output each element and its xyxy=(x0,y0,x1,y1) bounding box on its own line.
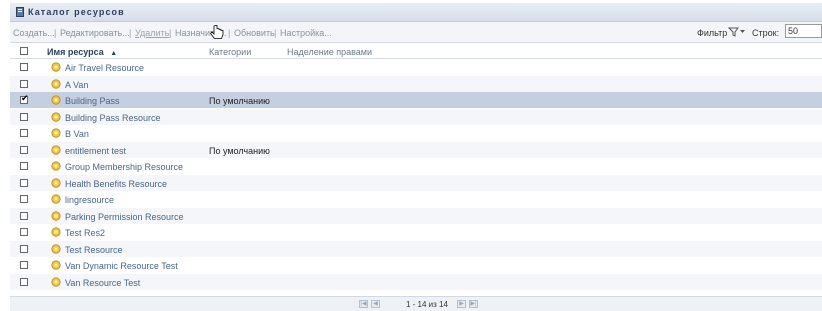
resource-icon xyxy=(51,128,61,138)
resource-icon xyxy=(51,111,61,122)
resource-icon xyxy=(51,95,61,105)
resource-name-link[interactable]: Parking Permission Resource xyxy=(65,212,184,222)
row-checkbox[interactable] xyxy=(20,145,28,154)
column-header-entitlement[interactable]: Наделение правами xyxy=(287,47,372,57)
table-row[interactable]: Building Pass Resource xyxy=(10,108,822,125)
table-row[interactable]: Van Resource Test xyxy=(10,273,822,290)
table-row[interactable]: B Van xyxy=(10,125,822,141)
resource-name-link[interactable]: lingresource xyxy=(65,195,114,205)
row-checkbox[interactable] xyxy=(20,129,28,137)
row-checkbox[interactable] xyxy=(20,79,28,88)
resource-name-link[interactable]: Building Pass Resource xyxy=(65,113,161,123)
resource-name-link[interactable]: Health Benefits Resource xyxy=(65,179,167,189)
resource-icon xyxy=(51,227,61,237)
resource-icon xyxy=(51,78,61,89)
row-checkbox[interactable] xyxy=(20,211,28,220)
resource-icon xyxy=(51,194,61,204)
table-row[interactable]: Test Resource xyxy=(10,240,822,257)
resource-icon xyxy=(51,177,61,188)
select-all-checkbox[interactable] xyxy=(20,47,28,55)
resource-name-link[interactable]: Air Travel Resource xyxy=(65,63,144,73)
column-header-name-label[interactable]: Имя ресурса xyxy=(47,47,104,57)
table-row[interactable]: ✔ Building Pass По умолчанию xyxy=(10,92,822,108)
create-button[interactable]: Создать... xyxy=(13,28,55,38)
resource-icon xyxy=(51,210,61,221)
resource-name-link[interactable]: Building Pass xyxy=(65,96,120,106)
resource-icon xyxy=(51,144,61,155)
row-checkbox[interactable] xyxy=(20,63,28,71)
hand-cursor-icon xyxy=(210,25,224,39)
row-checkbox[interactable] xyxy=(20,178,28,187)
resource-name-link[interactable]: Van Resource Test xyxy=(65,278,140,288)
table-header: Имя ресурса ▲ Категории Наделение правам… xyxy=(10,43,822,59)
title-bar: Каталог ресурсов xyxy=(10,3,822,22)
resource-name-link[interactable]: Group Membership Resource xyxy=(65,162,183,172)
resource-icon xyxy=(51,62,61,72)
row-checkbox[interactable] xyxy=(20,195,28,203)
next-page-icon[interactable]: ▶ xyxy=(457,300,466,308)
first-page-icon[interactable]: |◀ xyxy=(359,300,368,308)
toolbar-separator: | xyxy=(274,28,277,38)
row-checkbox[interactable] xyxy=(20,228,28,236)
pagination-text: 1 - 14 из 14 xyxy=(406,300,448,309)
row-checkbox[interactable] xyxy=(20,261,28,269)
pagination-bar: |◀ ◀ 1 - 14 из 14 ▶ ▶| xyxy=(10,296,822,311)
sort-ascending-icon: ▲ xyxy=(110,50,118,57)
rows-per-page-input[interactable]: 50 xyxy=(785,24,822,38)
rows-label: Строк: xyxy=(752,28,780,38)
resource-category: По умолчанию xyxy=(209,96,270,106)
resource-icon xyxy=(51,243,61,254)
filter-icon[interactable] xyxy=(728,26,746,37)
toolbar-separator: | xyxy=(54,28,57,38)
table-row[interactable]: Van Dynamic Resource Test xyxy=(10,257,822,273)
table-row[interactable]: Test Res2 xyxy=(10,224,822,240)
row-checkbox[interactable] xyxy=(20,244,28,253)
table-row[interactable]: entitlement test По умолчанию xyxy=(10,141,822,158)
resource-name-link[interactable]: Test Resource xyxy=(65,245,123,255)
resource-name-link[interactable]: B Van xyxy=(65,129,89,139)
row-checkbox[interactable]: ✔ xyxy=(20,93,29,104)
resource-icon xyxy=(51,161,61,171)
table-row[interactable]: A Van xyxy=(10,75,822,92)
resource-icon xyxy=(51,276,61,287)
refresh-button[interactable]: Обновить xyxy=(234,28,275,38)
row-checkbox[interactable] xyxy=(20,162,28,170)
checkmark-icon: ✔ xyxy=(21,93,29,103)
catalog-icon xyxy=(16,7,24,17)
resource-name-link[interactable]: Van Dynamic Resource Test xyxy=(65,261,178,271)
resource-name-link[interactable]: entitlement test xyxy=(65,146,126,156)
resource-name-link[interactable]: A Van xyxy=(65,80,88,90)
column-header-name[interactable]: Имя ресурса ▲ xyxy=(47,47,117,57)
settings-button[interactable]: Настройка... xyxy=(280,28,332,38)
toolbar-separator: | xyxy=(129,28,132,38)
resource-category: По умолчанию xyxy=(209,145,270,156)
toolbar-separator: | xyxy=(169,28,172,38)
delete-button[interactable]: Удалить xyxy=(135,28,169,38)
filter-label[interactable]: Фильтр xyxy=(697,28,727,38)
table-row[interactable]: lingresource xyxy=(10,191,822,207)
table-row[interactable]: Parking Permission Resource xyxy=(10,207,822,224)
resource-name-link[interactable]: Test Res2 xyxy=(65,228,105,238)
resource-icon xyxy=(51,260,61,270)
table-row[interactable]: Air Travel Resource xyxy=(10,59,822,75)
window-title: Каталог ресурсов xyxy=(28,7,125,17)
toolbar-separator: | xyxy=(228,28,231,38)
edit-button[interactable]: Редактировать... xyxy=(60,28,130,38)
previous-page-icon[interactable]: ◀ xyxy=(371,300,380,308)
last-page-icon[interactable]: ▶| xyxy=(469,300,478,308)
row-checkbox[interactable] xyxy=(20,277,28,286)
column-header-category[interactable]: Категории xyxy=(209,47,251,57)
row-checkbox[interactable] xyxy=(20,112,28,121)
resource-catalog-window: Каталог ресурсов Создать... | Редактиров… xyxy=(10,3,822,311)
table-row[interactable]: Group Membership Resource xyxy=(10,158,822,174)
toolbar: Создать... | Редактировать... | Удалить … xyxy=(10,22,822,43)
table-row[interactable]: Health Benefits Resource xyxy=(10,174,822,191)
